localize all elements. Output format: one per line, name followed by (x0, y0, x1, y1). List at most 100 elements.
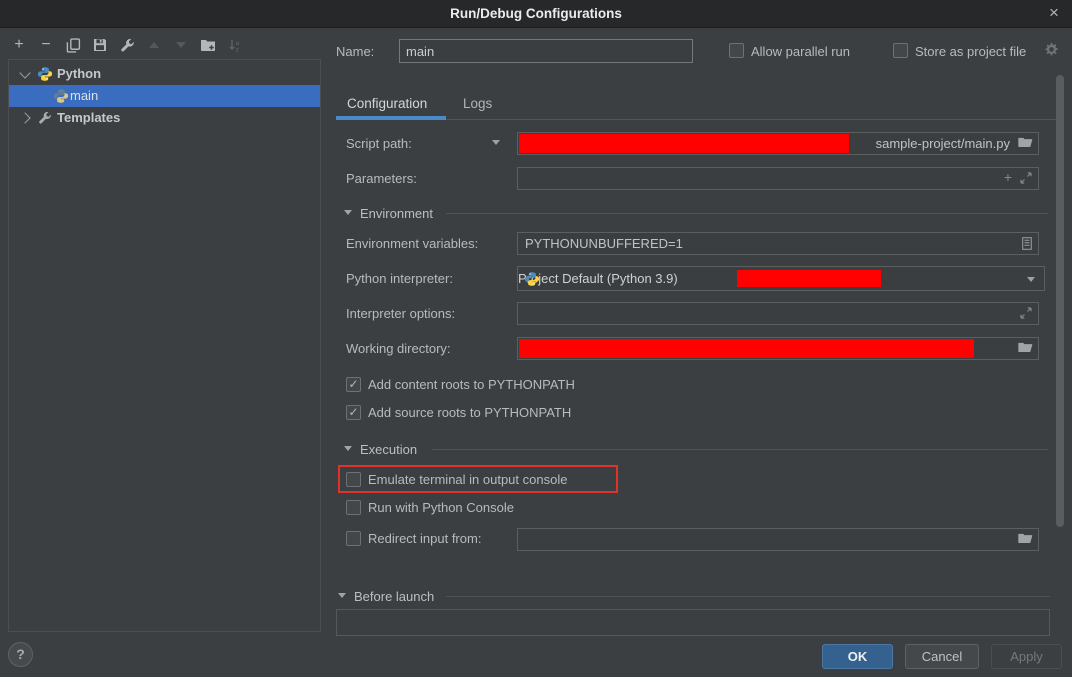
section-divider (432, 449, 1048, 450)
folder-icon (1017, 532, 1033, 545)
tree-item-python[interactable]: Python (9, 63, 320, 85)
folder-icon (1017, 341, 1033, 354)
add-configuration-button[interactable]: + (8, 34, 30, 56)
wrench-icon (38, 111, 52, 125)
run-python-console-label: Run with Python Console (368, 500, 514, 515)
run-python-console-checkbox[interactable] (346, 500, 361, 515)
store-as-project-file-label: Store as project file (915, 44, 1026, 59)
emulate-terminal-checkbox[interactable] (346, 472, 361, 487)
tab-configuration[interactable]: Configuration (347, 96, 427, 111)
name-input[interactable] (399, 39, 693, 63)
gear-icon (1044, 42, 1059, 57)
before-launch-task-list[interactable] (336, 609, 1050, 636)
combo-dropdown-icon[interactable] (1027, 277, 1035, 282)
redaction-overlay (519, 339, 974, 358)
redirect-input-field[interactable] (517, 528, 1039, 551)
add-content-roots-label: Add content roots to PYTHONPATH (368, 377, 575, 392)
python-icon (53, 88, 69, 104)
working-directory-field[interactable] (517, 337, 1039, 360)
tree-item-label: main (70, 88, 98, 103)
expand-icon (1020, 172, 1032, 184)
chevron-down-icon[interactable] (19, 67, 30, 78)
save-icon (93, 38, 107, 52)
browse-folder-button[interactable] (1017, 341, 1033, 357)
script-path-label: Script path: (346, 136, 412, 151)
python-interpreter-label: Python interpreter: (346, 271, 453, 286)
expand-icon (1020, 307, 1032, 319)
env-variables-field[interactable]: PYTHONUNBUFFERED=1 (517, 232, 1039, 255)
arrow-up-icon (149, 42, 159, 48)
checkmark-icon: ✓ (347, 406, 360, 419)
redaction-overlay (519, 134, 849, 153)
save-configuration-button[interactable] (89, 34, 111, 56)
store-as-project-file-checkbox[interactable] (893, 43, 908, 58)
ok-button[interactable]: OK (822, 644, 893, 669)
script-path-dropdown-icon[interactable] (492, 140, 500, 145)
tree-item-main-selected[interactable]: main (9, 85, 320, 107)
edit-templates-button[interactable] (116, 34, 138, 56)
wrench-icon (120, 38, 135, 53)
tab-logs[interactable]: Logs (463, 96, 492, 111)
copy-icon (66, 38, 81, 53)
parameters-label: Parameters: (346, 171, 417, 186)
execution-section-toggle[interactable] (344, 446, 352, 451)
chevron-right-icon[interactable] (19, 112, 30, 123)
expand-field-button[interactable] (1020, 172, 1032, 187)
env-variables-label: Environment variables: (346, 236, 478, 251)
environment-section-label: Environment (360, 206, 433, 221)
environment-section-toggle[interactable] (344, 210, 352, 215)
checkmark-icon: ✓ (347, 378, 360, 391)
svg-text:z: z (236, 47, 239, 53)
move-up-button[interactable] (143, 34, 165, 56)
redirect-input-label: Redirect input from: (368, 531, 481, 546)
working-directory-label: Working directory: (346, 341, 451, 356)
configurations-tree: Python main Templates (8, 59, 321, 632)
list-icon (1022, 237, 1032, 250)
edit-variables-button[interactable] (1022, 237, 1032, 253)
new-folder-icon (200, 38, 216, 52)
expand-field-button[interactable] (1020, 307, 1032, 322)
folder-icon (1017, 136, 1033, 149)
apply-button[interactable]: Apply (991, 644, 1062, 669)
script-path-field[interactable]: sample-project/main.py (517, 132, 1039, 155)
tree-item-label: Templates (57, 110, 120, 125)
parameters-field[interactable]: + (517, 167, 1039, 190)
add-source-roots-checkbox[interactable]: ✓ (346, 405, 361, 420)
store-options-button[interactable] (1044, 42, 1059, 60)
browse-folder-button[interactable] (1017, 136, 1033, 152)
add-content-roots-checkbox[interactable]: ✓ (346, 377, 361, 392)
python-icon (37, 66, 53, 82)
add-macro-button[interactable]: + (1004, 169, 1012, 185)
python-interpreter-combobox[interactable]: Project Default (Python 3.9) (517, 266, 1045, 291)
interpreter-options-label: Interpreter options: (346, 306, 455, 321)
new-folder-button[interactable] (197, 34, 219, 56)
python-icon (524, 271, 540, 287)
redirect-input-checkbox[interactable] (346, 531, 361, 546)
env-variables-value: PYTHONUNBUFFERED=1 (525, 233, 683, 254)
execution-section-label: Execution (360, 442, 417, 457)
cancel-button[interactable]: Cancel (905, 644, 979, 669)
remove-configuration-button[interactable]: − (35, 34, 57, 56)
plus-icon: + (14, 37, 23, 53)
before-launch-section-label: Before launch (354, 589, 434, 604)
dialog-titlebar: Run/Debug Configurations × (0, 0, 1072, 28)
emulate-terminal-label: Emulate terminal in output console (368, 472, 567, 487)
active-tab-underline (336, 116, 446, 120)
sort-configurations-button[interactable]: az (224, 34, 246, 56)
dialog-title: Run/Debug Configurations (0, 0, 1072, 27)
interpreter-options-field[interactable] (517, 302, 1039, 325)
close-icon[interactable]: × (1042, 0, 1066, 27)
copy-configuration-button[interactable] (62, 34, 84, 56)
help-button[interactable]: ? (8, 642, 33, 667)
vertical-scrollbar-thumb[interactable] (1056, 75, 1064, 527)
allow-parallel-run-checkbox[interactable] (729, 43, 744, 58)
browse-folder-button[interactable] (1017, 532, 1033, 548)
sort-az-icon: az (228, 38, 242, 52)
move-down-button[interactable] (170, 34, 192, 56)
python-interpreter-value: Project Default (Python 3.9) (518, 271, 678, 286)
tree-item-templates[interactable]: Templates (9, 107, 320, 129)
tree-item-label: Python (57, 66, 101, 81)
configurations-toolbar: + − az (8, 34, 246, 56)
question-icon: ? (16, 646, 25, 662)
before-launch-section-toggle[interactable] (338, 593, 346, 598)
